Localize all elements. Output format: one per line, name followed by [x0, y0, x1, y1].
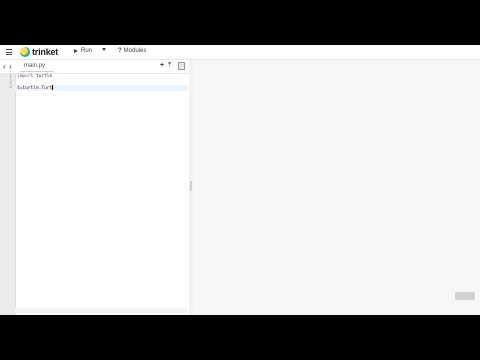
run-options-dropdown[interactable]: [102, 48, 106, 51]
editor-tab-row: ‹ › main.py + ⤒: [0, 60, 189, 74]
trinket-logo-icon: [20, 47, 30, 57]
upload-icon[interactable]: ⤒: [168, 62, 171, 70]
output-pane: [193, 60, 480, 315]
line-number-gutter: 1 2 3: [0, 74, 16, 315]
file-icon[interactable]: [178, 62, 185, 70]
line-number: 3: [9, 85, 12, 90]
top-navbar: trinket Run ? Modules: [0, 45, 480, 60]
horizontal-scrollbar[interactable]: [15, 308, 187, 313]
hamburger-icon[interactable]: [6, 49, 12, 55]
run-button[interactable]: Run: [74, 48, 92, 54]
code-line[interactable]: import turtle: [17, 74, 52, 79]
play-icon: [74, 49, 78, 53]
run-label: Run: [81, 48, 93, 54]
add-file-icon[interactable]: +: [160, 62, 164, 69]
output-toggle-button[interactable]: [455, 292, 475, 300]
tab-underline: [20, 71, 54, 72]
splitter-grip-icon[interactable]: [190, 181, 192, 191]
text-cursor: [52, 85, 54, 90]
logo-text: trinket: [32, 47, 59, 57]
code-editor-pane: ‹ › main.py + ⤒ 1 2 3 import turtle t=tu…: [0, 60, 190, 315]
chevron-right-icon[interactable]: ›: [9, 62, 12, 71]
code-text: t=turtle.Turt: [17, 86, 53, 91]
code-keyword: import: [17, 74, 34, 79]
tab-main-py[interactable]: main.py: [24, 63, 45, 69]
question-icon: ?: [118, 48, 122, 54]
chevron-left-icon[interactable]: ‹: [3, 62, 6, 71]
chevron-down-icon: [102, 48, 106, 51]
modules-label: Modules: [123, 48, 147, 54]
modules-button[interactable]: ? Modules: [118, 48, 146, 54]
app-window: trinket Run ? Modules ‹ › main.py + ⤒ 1 …: [0, 45, 480, 315]
code-line[interactable]: t=turtle.Turt: [17, 85, 54, 91]
code-text: turtle: [33, 74, 53, 79]
logo[interactable]: trinket: [20, 47, 58, 57]
